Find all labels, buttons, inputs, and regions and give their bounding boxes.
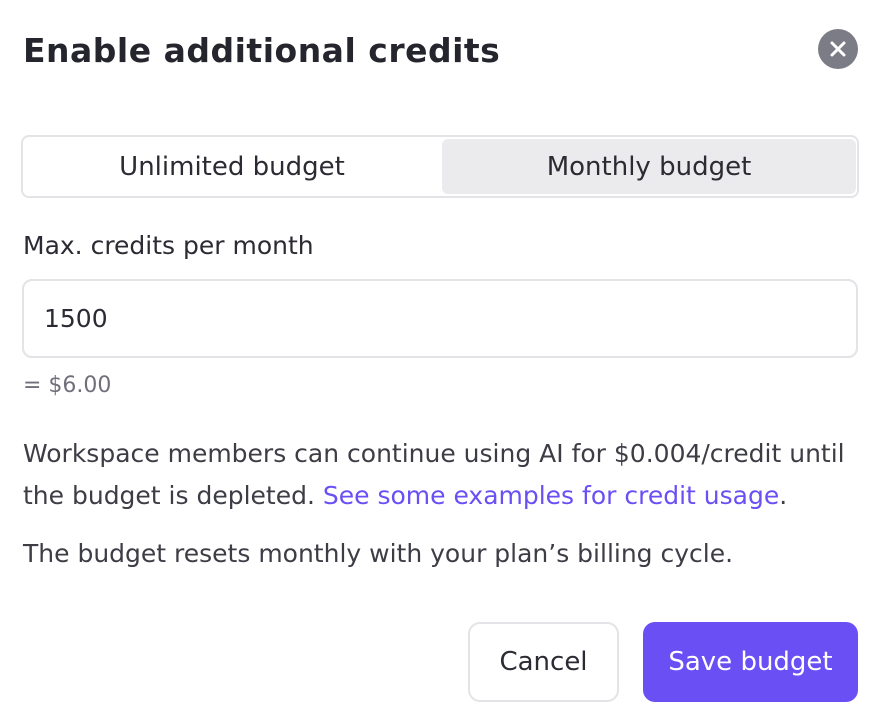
max-credits-label: Max. credits per month — [23, 231, 314, 260]
usage-description: Workspace members can continue using AI … — [23, 433, 863, 517]
credits-dollar-conversion: = $6.00 — [23, 373, 112, 398]
max-credits-input[interactable] — [22, 279, 858, 358]
unlimited-budget-option[interactable]: Unlimited budget — [25, 139, 439, 194]
enable-credits-dialog: Enable additional credits Unlimited budg… — [0, 0, 878, 728]
budget-reset-note: The budget resets monthly with your plan… — [23, 539, 734, 568]
save-budget-button[interactable]: Save budget — [643, 622, 858, 702]
close-icon — [830, 41, 846, 57]
usage-description-trailing: . — [779, 481, 788, 510]
close-button[interactable] — [818, 29, 858, 69]
budget-type-toggle: Unlimited budget Monthly budget — [21, 135, 859, 198]
monthly-budget-option[interactable]: Monthly budget — [442, 139, 856, 194]
dialog-title: Enable additional credits — [23, 31, 501, 70]
credit-usage-examples-link[interactable]: See some examples for credit usage — [323, 481, 779, 510]
cancel-button[interactable]: Cancel — [468, 622, 619, 702]
